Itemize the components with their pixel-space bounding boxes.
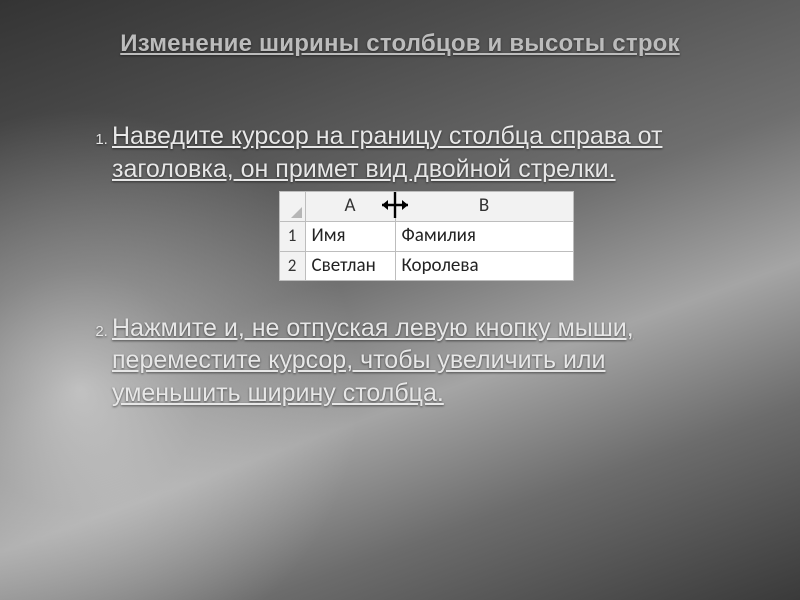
instructions-list: Наведите курсор на границу столбца справ…: [70, 120, 740, 431]
select-all-corner[interactable]: [279, 192, 305, 222]
table-row: 2 Светлан Королева: [279, 251, 573, 281]
column-b-label: B: [479, 194, 489, 217]
row-header-1[interactable]: 1: [279, 222, 305, 252]
row-header-2[interactable]: 2: [279, 251, 305, 281]
step-2: Нажмите и, не отпуская левую кнопку мыши…: [112, 312, 740, 410]
excel-grid: A: [279, 191, 574, 281]
step-1-text: Наведите курсор на границу столбца справ…: [112, 122, 662, 183]
slide-title: Изменение ширины столбцов и высоты строк: [44, 30, 756, 58]
cell-b2[interactable]: Королева: [395, 251, 573, 281]
excel-figure: A: [112, 191, 740, 290]
step-1: Наведите курсор на границу столбца справ…: [112, 120, 740, 290]
table-row: 1 Имя Фамилия: [279, 222, 573, 252]
cell-a1[interactable]: Имя: [305, 222, 395, 252]
slide: Изменение ширины столбцов и высоты строк…: [0, 0, 800, 600]
cell-a2[interactable]: Светлан: [305, 251, 395, 281]
column-header-b[interactable]: B: [395, 192, 573, 222]
cell-b1[interactable]: Фамилия: [395, 222, 573, 252]
column-header-a[interactable]: A: [305, 192, 395, 222]
column-a-label: A: [345, 194, 356, 217]
step-2-text: Нажмите и, не отпуская левую кнопку мыши…: [112, 314, 634, 407]
